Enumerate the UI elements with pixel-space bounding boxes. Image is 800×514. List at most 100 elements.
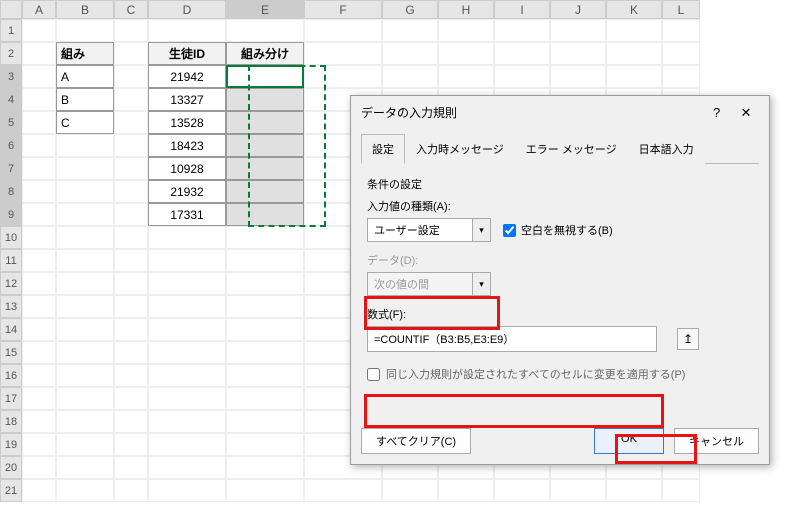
cell[interactable] [114,19,148,42]
chevron-down-icon[interactable]: ▾ [473,218,491,242]
cell[interactable] [226,226,304,249]
cell[interactable] [22,318,56,341]
cell[interactable] [226,134,304,157]
cell[interactable] [56,341,114,364]
cell[interactable] [22,88,56,111]
cell[interactable] [148,433,226,456]
apply-all-checkbox[interactable] [367,368,380,381]
cell[interactable] [550,42,606,65]
cell[interactable] [22,203,56,226]
cell[interactable] [22,295,56,318]
cell[interactable] [114,479,148,502]
col-header-K[interactable]: K [606,0,662,19]
cell[interactable] [148,410,226,433]
cell[interactable] [114,134,148,157]
cell[interactable] [148,479,226,502]
cell[interactable]: 17331 [148,203,226,226]
row-header-2[interactable]: 2 [0,42,22,65]
row-header-9[interactable]: 9 [0,203,22,226]
cell[interactable] [226,318,304,341]
clear-all-button[interactable]: すべてクリア(C) [361,428,471,454]
ignore-blank-checkbox[interactable] [503,224,516,237]
cell[interactable] [22,111,56,134]
row-header-3[interactable]: 3 [0,65,22,88]
cell[interactable] [56,226,114,249]
cell[interactable] [114,88,148,111]
cell[interactable] [304,19,382,42]
cell[interactable] [382,65,438,88]
row-header-8[interactable]: 8 [0,180,22,203]
cell[interactable]: 生徒ID [148,42,226,65]
cell[interactable] [22,180,56,203]
cell[interactable] [550,65,606,88]
range-picker-icon[interactable]: ↥ [677,328,699,350]
cell[interactable] [662,42,700,65]
cell[interactable] [56,295,114,318]
row-header-21[interactable]: 21 [0,479,22,502]
formula-input[interactable] [367,326,657,352]
cell[interactable] [148,341,226,364]
row-header-1[interactable]: 1 [0,19,22,42]
cell[interactable] [606,65,662,88]
cell[interactable]: B [56,88,114,111]
cell[interactable] [304,42,382,65]
cell[interactable] [226,456,304,479]
cell[interactable] [114,226,148,249]
cell[interactable] [438,42,494,65]
col-header-G[interactable]: G [382,0,438,19]
row-header-19[interactable]: 19 [0,433,22,456]
cell[interactable] [226,387,304,410]
col-header-E[interactable]: E [226,0,304,19]
cell[interactable] [226,180,304,203]
cell[interactable] [226,88,304,111]
cell[interactable] [226,341,304,364]
cell[interactable] [438,19,494,42]
cell[interactable] [56,479,114,502]
cell[interactable] [382,19,438,42]
cell[interactable]: 組み [56,42,114,65]
cell[interactable] [382,479,438,502]
tab-error-alert[interactable]: エラー メッセージ [515,134,628,164]
cell[interactable] [22,65,56,88]
cell[interactable] [226,272,304,295]
cell[interactable] [22,387,56,410]
cell[interactable] [114,456,148,479]
cell[interactable] [382,42,438,65]
cell[interactable] [56,249,114,272]
cell[interactable] [148,456,226,479]
cell[interactable] [148,295,226,318]
cell[interactable] [22,364,56,387]
cell[interactable] [114,157,148,180]
cell[interactable] [56,433,114,456]
cell[interactable] [226,433,304,456]
cell[interactable] [114,65,148,88]
cell[interactable] [304,65,382,88]
cell[interactable] [22,157,56,180]
cell[interactable] [56,410,114,433]
cell[interactable] [662,19,700,42]
cell[interactable] [22,19,56,42]
cell[interactable] [606,479,662,502]
row-header-7[interactable]: 7 [0,157,22,180]
row-header-13[interactable]: 13 [0,295,22,318]
cell[interactable] [606,19,662,42]
cell[interactable] [22,410,56,433]
cell[interactable] [226,65,304,88]
cell[interactable]: 13528 [148,111,226,134]
cell[interactable] [22,456,56,479]
cell[interactable]: C [56,111,114,134]
cell[interactable] [226,19,304,42]
col-header-J[interactable]: J [550,0,606,19]
cell[interactable] [114,42,148,65]
cell[interactable]: 21942 [148,65,226,88]
row-header-14[interactable]: 14 [0,318,22,341]
cell[interactable] [226,249,304,272]
row-header-10[interactable]: 10 [0,226,22,249]
tab-settings[interactable]: 設定 [361,134,405,164]
cell[interactable]: 21932 [148,180,226,203]
cell[interactable] [22,249,56,272]
col-header-D[interactable]: D [148,0,226,19]
cell[interactable] [114,410,148,433]
cell[interactable] [148,19,226,42]
cell[interactable] [606,42,662,65]
